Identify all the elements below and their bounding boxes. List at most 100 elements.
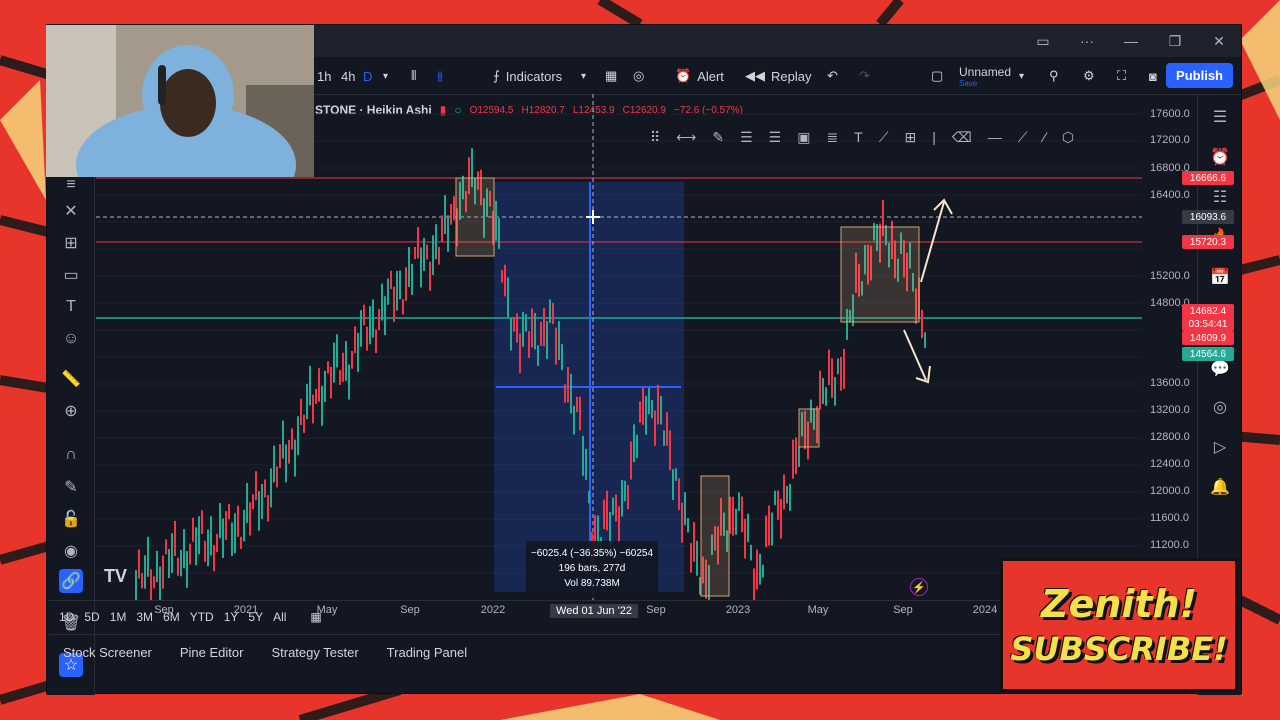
range-all[interactable]: All (273, 610, 286, 624)
price-badge: 14564.6 (1182, 347, 1234, 361)
webcam-overlay (46, 25, 314, 177)
ray-icon[interactable]: ∕ (1044, 129, 1046, 145)
play-icon[interactable]: ▷ (1208, 435, 1232, 459)
price-tick: 13200.0 (1150, 404, 1190, 416)
close-button[interactable]: ✕ (1197, 25, 1241, 57)
layout-icon[interactable]: ▢ (931, 57, 943, 95)
bar-style-icon[interactable]: ⫴ (411, 57, 416, 95)
text-lines-icon[interactable]: ≣ (826, 129, 838, 146)
undo-icon[interactable]: ↶ (827, 57, 838, 95)
streams-icon[interactable]: ◎ (1208, 395, 1232, 419)
lock-icon[interactable]: 🔓 (59, 507, 83, 531)
minimize-button[interactable]: — (1109, 25, 1153, 57)
measure-volume: Vol 89.738M (564, 578, 620, 589)
gear-icon[interactable]: ⚙ (1083, 57, 1095, 95)
measure-change: −6025.4 (−36.35%) −60254 (530, 548, 654, 559)
price-tick: 13600.0 (1150, 377, 1190, 389)
restore-button[interactable]: ❐ (1153, 25, 1197, 57)
range-1y[interactable]: 1Y (224, 610, 239, 624)
templates-icon[interactable]: ▦ (605, 57, 617, 95)
alert-button[interactable]: ⏰ Alert (675, 57, 724, 95)
range-5y[interactable]: 5Y (248, 610, 263, 624)
shapes-icon[interactable]: ▭ (59, 263, 83, 287)
range-1m[interactable]: 1M (110, 610, 127, 624)
notification-icon[interactable]: 🔔 (1208, 475, 1232, 499)
range-ytd[interactable]: YTD (190, 610, 214, 624)
price-tick: 17200.0 (1150, 134, 1190, 146)
price-tick: 12800.0 (1150, 431, 1190, 443)
tradingview-logo: TV (104, 566, 128, 586)
vertical-line-icon[interactable]: | (932, 129, 936, 145)
range-6m[interactable]: 6M (163, 610, 180, 624)
price-tick: 17600.0 (1150, 108, 1190, 120)
range-bar: 1D 5D 1M 3M 6M YTD 1Y 5Y All ▦ (49, 600, 1151, 632)
interval-4h[interactable]: 4h (341, 57, 355, 95)
box-annotation (798, 408, 820, 448)
line-icon[interactable]: ⟷ (676, 129, 696, 146)
layout-name[interactable]: Unnamed Save (959, 57, 1011, 95)
chevron-down-icon[interactable]: ▾ (383, 57, 388, 95)
parallel-channel-icon[interactable]: ☰ (740, 129, 753, 146)
regression-icon[interactable]: ☰ (769, 129, 782, 146)
measure-tooltip: −6025.4 (−36.35%) −60254 196 bars, 277d … (526, 541, 658, 596)
panel-tab-trading-panel[interactable]: Trading Panel (387, 645, 467, 660)
text-tool-icon[interactable]: T (854, 129, 863, 145)
calendar-icon[interactable]: 📅 (1208, 265, 1232, 289)
eye-icon[interactable]: ◉ (59, 539, 83, 563)
pencil-icon[interactable]: ✎ (712, 129, 724, 146)
magnet-icon[interactable]: ∩ (59, 443, 83, 467)
box-annotation (455, 177, 495, 257)
alarm-icon: ⏰ (675, 68, 692, 83)
indicators-icon: ⨍ (493, 68, 500, 83)
calendar-range-icon[interactable]: ▦ (310, 610, 321, 624)
price-tick: 15200.0 (1150, 270, 1190, 282)
indicators-button[interactable]: ⨍ Indicators (493, 57, 562, 95)
brush-icon[interactable]: ⟋ (879, 129, 889, 146)
horizontal-ray-icon[interactable]: — (988, 129, 1002, 145)
redo-icon[interactable]: ↷ (859, 57, 870, 95)
price-tick: 16400.0 (1150, 189, 1190, 201)
panel-tab-stock-screener[interactable]: Stock Screener (63, 645, 152, 660)
watchlist-icon[interactable]: ☰ (1208, 105, 1232, 129)
camera-icon[interactable]: ◙ (1149, 57, 1157, 95)
fib-icon[interactable]: ⊞ (59, 231, 83, 255)
publish-button[interactable]: Publish (1166, 63, 1233, 88)
rectangle-icon[interactable]: ▣ (797, 129, 810, 146)
range-1d[interactable]: 1D (59, 610, 74, 624)
fullscreen-icon[interactable]: ⛶ (1117, 57, 1126, 95)
floating-drawing-bar: ⠿ ⟷ ✎ ☰ ☰ ▣ ≣ T ⟋ ⊞ | ⌫ — ⟋ ∕ ⬡ (640, 122, 1160, 152)
range-5d[interactable]: 5D (84, 610, 99, 624)
link-icon[interactable]: 🔗 (59, 569, 83, 593)
heikin-ashi-icon[interactable]: ⫵ (437, 57, 443, 95)
lock-drawing-icon[interactable]: ✎ (59, 475, 83, 499)
cross-icon[interactable]: ⊞ (905, 129, 917, 146)
quick-search-icon[interactable]: ⚲ (1049, 57, 1059, 95)
shape-icon[interactable]: ⬡ (1062, 129, 1074, 146)
panel-tab-pine-editor[interactable]: Pine Editor (180, 645, 244, 660)
zoom-icon[interactable]: ⊕ (59, 399, 83, 423)
trend-line-icon[interactable]: ✕ (59, 199, 83, 223)
replay-button[interactable]: ◀◀ Replay (745, 57, 811, 95)
range-3m[interactable]: 3M (136, 610, 153, 624)
chevron-down-icon[interactable]: ▾ (581, 57, 586, 95)
more-icon[interactable]: ··· (1065, 25, 1109, 57)
ruler-icon[interactable]: 📏 (59, 367, 83, 391)
chevron-down-icon[interactable]: ▾ (1019, 57, 1024, 95)
alarm-clock-icon[interactable]: ⏰ (1208, 145, 1232, 169)
panel-tab-strategy-tester[interactable]: Strategy Tester (271, 645, 358, 660)
text-icon[interactable]: T (59, 295, 83, 319)
emoji-icon[interactable]: ☺ (59, 327, 83, 351)
lightning-icon[interactable]: ⚡ (910, 578, 928, 596)
promo-subscribe: SUBSCRIBE! (1010, 629, 1228, 668)
hide-icon[interactable]: ◎ (633, 57, 644, 95)
interval-d[interactable]: D (363, 57, 372, 95)
eraser-icon[interactable]: ⌫ (952, 129, 972, 146)
price-badge: 14682.4 (1182, 304, 1234, 318)
price-tick: 12400.0 (1150, 458, 1190, 470)
extended-line-icon[interactable]: ⟋ (1018, 129, 1028, 146)
drag-handle-icon[interactable]: ⠿ (650, 129, 660, 146)
interval-1h[interactable]: 1h (317, 57, 331, 95)
data-window-icon[interactable]: ☷ (1208, 185, 1232, 209)
monitor-icon[interactable]: ▭ (1021, 25, 1065, 57)
down-arrow (903, 329, 931, 384)
